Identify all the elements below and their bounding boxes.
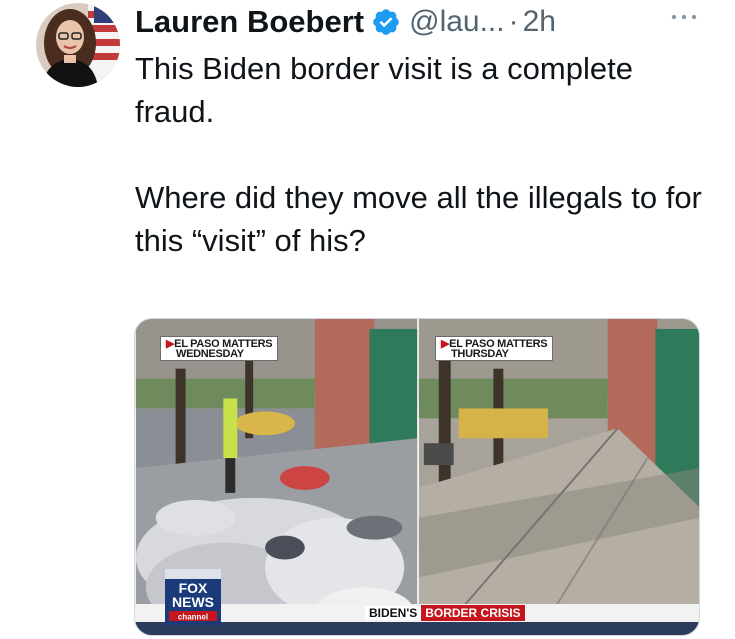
left-source-label: ▶EL PASO MATTERS WEDNESDAY <box>160 336 279 361</box>
avatar[interactable] <box>36 3 120 87</box>
tweet-paragraph-1: This Biden border visit is a complete fr… <box>135 51 633 129</box>
tweet-text: This Biden border visit is a complete fr… <box>135 47 720 262</box>
tweet-time[interactable]: 2h <box>523 5 556 39</box>
media-right-panel <box>418 319 699 635</box>
chyron-banner: BIDEN'S BORDER CRISIS <box>365 605 525 621</box>
avatar-image <box>36 3 120 87</box>
chyron-part-2: BORDER CRISIS <box>421 605 525 621</box>
verified-badge-icon <box>373 9 399 35</box>
more-dots-icon[interactable] <box>670 12 698 22</box>
fox-logo-line3: channel <box>178 613 208 622</box>
chyron-part-1: BIDEN'S <box>365 606 422 620</box>
tweet-media[interactable]: ▶EL PASO MATTERS WEDNESDAY ▶EL PASO MATT… <box>134 318 700 636</box>
separator-dot: · <box>508 5 519 38</box>
fox-news-logo-icon: FOX NEWS channel <box>165 569 221 625</box>
author-handle[interactable]: @lau... <box>409 5 505 39</box>
author-name[interactable]: Lauren Boebert <box>135 4 364 40</box>
right-source-label: ▶EL PASO MATTERS THURSDAY <box>435 336 554 361</box>
tweet-header: Lauren Boebert @lau... · 2h <box>135 2 556 42</box>
fox-logo-line2: NEWS <box>172 594 214 610</box>
tweet-paragraph-2: Where did they move all the illegals to … <box>135 180 702 258</box>
